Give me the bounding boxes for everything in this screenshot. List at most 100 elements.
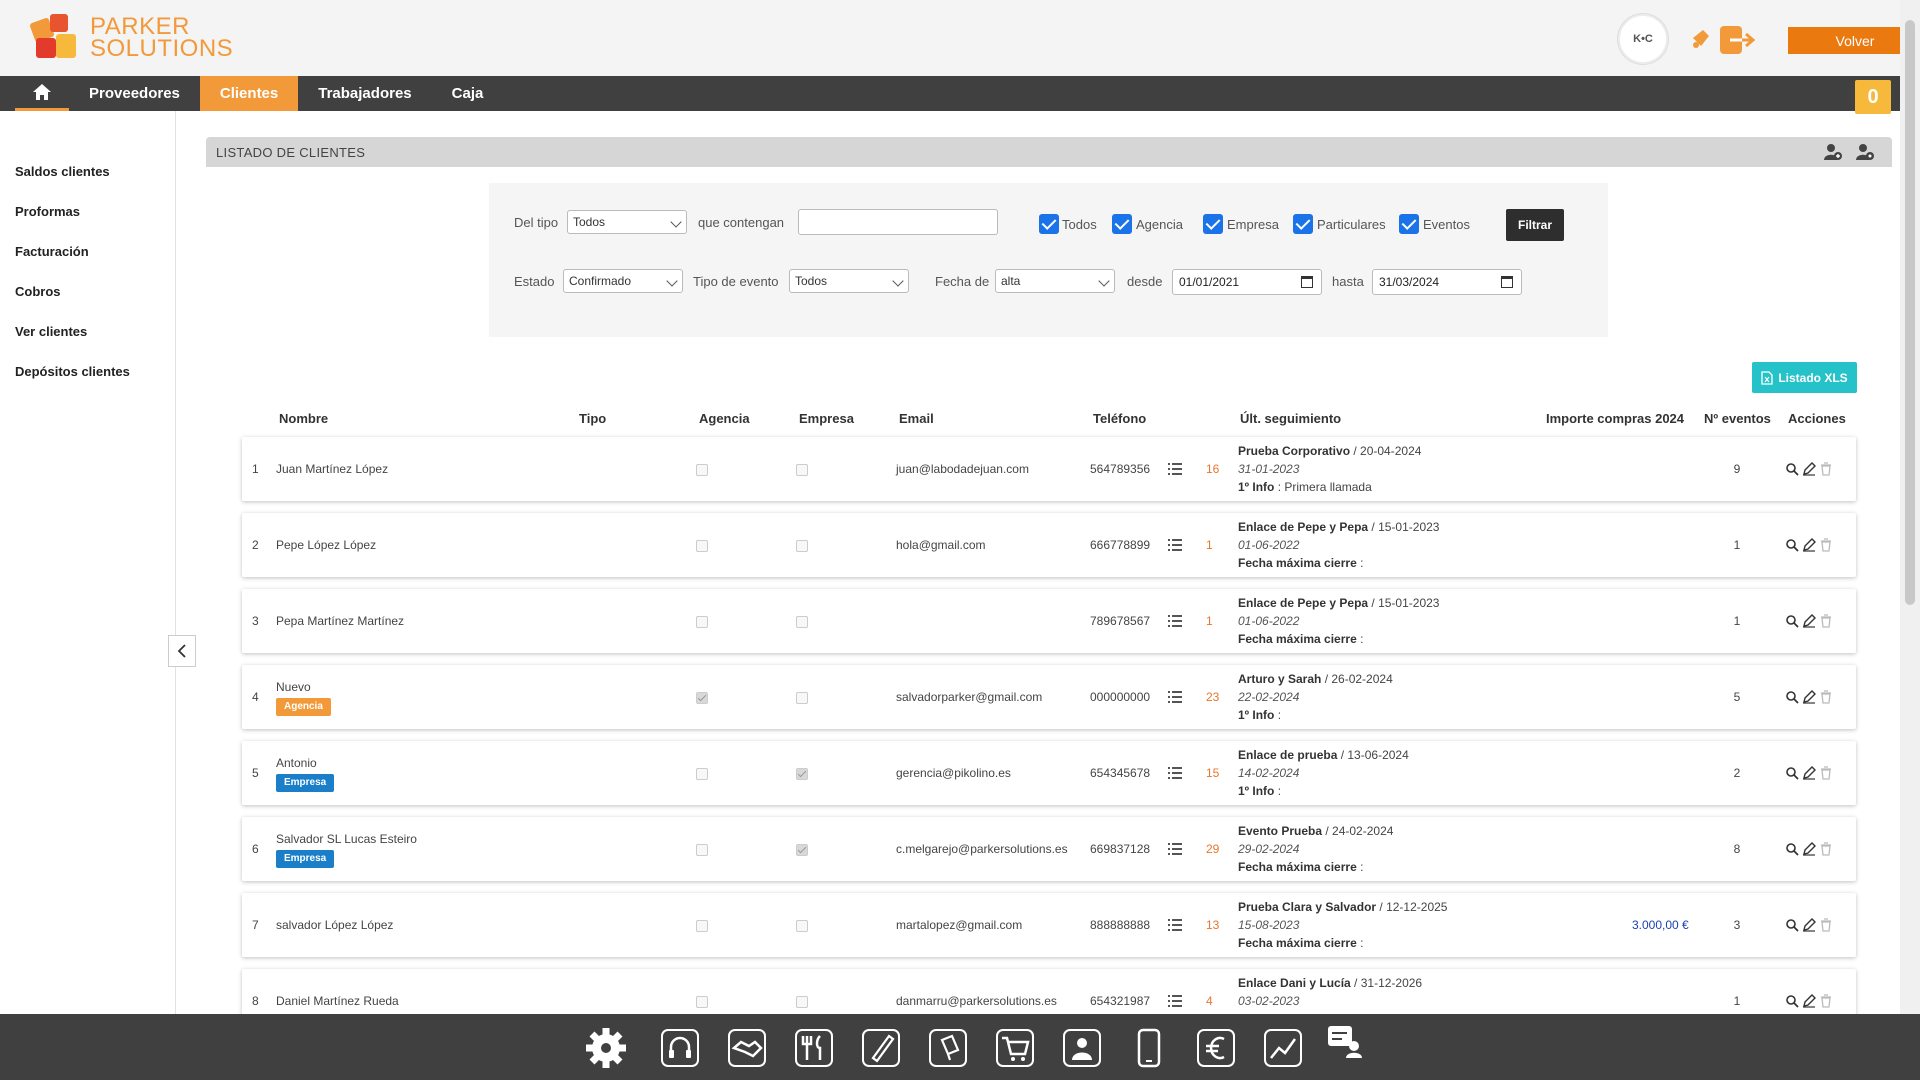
col-header-empresa[interactable]: Empresa: [799, 411, 854, 426]
euro-icon[interactable]: [1194, 1026, 1238, 1070]
col-header-ult-seguimiento[interactable]: Últ. seguimiento: [1240, 411, 1341, 426]
client-name[interactable]: Pepa Martínez Martínez: [276, 614, 404, 628]
cart-icon[interactable]: [993, 1026, 1037, 1070]
desde-date-input[interactable]: 01/01/2021: [1172, 269, 1322, 295]
table-row[interactable]: 1 Juan Martínez López juan@labodadejuan.co…: [242, 437, 1856, 501]
hasta-date-input[interactable]: 31/03/2024: [1372, 269, 1522, 295]
empresa-checkbox[interactable]: [796, 616, 808, 628]
col-header-email[interactable]: Email: [899, 411, 934, 426]
empresa-checkbox[interactable]: [796, 692, 808, 704]
list-icon[interactable]: [1168, 843, 1182, 855]
search-icon[interactable]: [1785, 918, 1799, 932]
search-icon[interactable]: [1785, 766, 1799, 780]
edit-icon[interactable]: [1802, 614, 1816, 628]
checkbox-agencia[interactable]: [1112, 214, 1132, 234]
trash-icon[interactable]: [1819, 538, 1833, 552]
table-row[interactable]: 2 Pepe López López hola@gmail.com 666778899…: [242, 513, 1856, 577]
empresa-checkbox[interactable]: [796, 844, 808, 856]
client-name[interactable]: Juan Martínez López: [276, 462, 388, 476]
vertical-scrollbar[interactable]: [1900, 0, 1920, 1014]
agencia-checkbox[interactable]: [696, 540, 708, 552]
search-icon[interactable]: [1785, 690, 1799, 704]
sidebar-collapse-button[interactable]: [168, 635, 196, 667]
handshake-icon[interactable]: [725, 1026, 769, 1070]
search-icon[interactable]: [1785, 994, 1799, 1008]
col-header-importe[interactable]: Importe compras 2024: [1546, 411, 1684, 426]
client-name[interactable]: Pepe López López: [276, 538, 376, 552]
checkbox-eventos[interactable]: [1399, 214, 1419, 234]
notification-bell-icon[interactable]: [1690, 28, 1712, 50]
agencia-checkbox[interactable]: [696, 464, 708, 476]
avatar[interactable]: K•C: [1618, 14, 1668, 64]
table-row[interactable]: 5 Antonio Empresa gerencia@pikolino.es 65434…: [242, 741, 1856, 805]
client-name[interactable]: Daniel Martínez Rueda: [276, 994, 399, 1008]
seguimiento-count[interactable]: 1: [1206, 538, 1213, 552]
table-row[interactable]: 4 Nuevo Agencia salvadorparker@gmail.com 000…: [242, 665, 1856, 729]
fecha-de-select[interactable]: alta: [995, 269, 1115, 293]
client-name[interactable]: Nuevo: [276, 680, 311, 694]
list-icon[interactable]: [1168, 995, 1182, 1007]
col-header-telefono[interactable]: Teléfono: [1093, 411, 1146, 426]
search-icon[interactable]: [1785, 842, 1799, 856]
search-input[interactable]: [798, 209, 998, 235]
list-icon[interactable]: [1168, 767, 1182, 779]
mobile-icon[interactable]: [1127, 1026, 1171, 1070]
nav-proveedores[interactable]: Proveedores: [69, 76, 200, 111]
sidebar-item-depositos-clientes[interactable]: Depósitos clientes: [15, 364, 130, 379]
checkbox-todos[interactable]: [1039, 214, 1059, 234]
add-user-icon[interactable]: [1824, 143, 1842, 161]
logout-icon[interactable]: [1720, 26, 1758, 54]
table-row[interactable]: 3 Pepa Martínez Martínez 789678567 1 Enlace …: [242, 589, 1856, 653]
trash-icon[interactable]: [1819, 842, 1833, 856]
agencia-checkbox[interactable]: [696, 616, 708, 628]
list-icon[interactable]: [1168, 691, 1182, 703]
nav-clientes[interactable]: Clientes: [199, 76, 299, 111]
empresa-checkbox[interactable]: [796, 996, 808, 1008]
del-tipo-select[interactable]: Todos: [567, 210, 687, 234]
sidebar-item-facturacion[interactable]: Facturación: [15, 244, 89, 259]
client-name[interactable]: Antonio: [276, 756, 317, 770]
trash-icon[interactable]: [1819, 462, 1833, 476]
search-icon[interactable]: [1785, 538, 1799, 552]
col-header-agencia[interactable]: Agencia: [699, 411, 750, 426]
headset-icon[interactable]: [658, 1026, 702, 1070]
nav-caja[interactable]: Caja: [432, 76, 504, 111]
gear-icon[interactable]: [584, 1026, 628, 1070]
nav-home[interactable]: [15, 76, 69, 111]
seguimiento-count[interactable]: 23: [1206, 690, 1219, 704]
table-row[interactable]: 7 salvador López López martalopez@gmail.co…: [242, 893, 1856, 957]
col-header-tipo[interactable]: Tipo: [579, 411, 606, 426]
agencia-checkbox[interactable]: [696, 844, 708, 856]
checkbox-particulares[interactable]: [1293, 214, 1313, 234]
table-row[interactable]: 6 Salvador SL Lucas Esteiro Empresa c.melga…: [242, 817, 1856, 881]
empresa-checkbox[interactable]: [796, 920, 808, 932]
trash-icon[interactable]: [1819, 614, 1833, 628]
edit-icon[interactable]: [1802, 766, 1816, 780]
agencia-checkbox[interactable]: [696, 996, 708, 1008]
search-icon[interactable]: [1785, 462, 1799, 476]
edit-icon[interactable]: [1802, 842, 1816, 856]
seguimiento-count[interactable]: 15: [1206, 766, 1219, 780]
empresa-checkbox[interactable]: [796, 464, 808, 476]
seguimiento-count[interactable]: 16: [1206, 462, 1219, 476]
checkbox-empresa[interactable]: [1203, 214, 1223, 234]
trash-icon[interactable]: [1819, 918, 1833, 932]
search-icon[interactable]: [1785, 614, 1799, 628]
listado-xls-button[interactable]: Listado XLS: [1752, 362, 1857, 393]
list-icon[interactable]: [1168, 463, 1182, 475]
seguimiento-count[interactable]: 13: [1206, 918, 1219, 932]
client-name[interactable]: salvador López López: [276, 918, 393, 932]
chart-icon[interactable]: [1261, 1026, 1305, 1070]
seguimiento-count[interactable]: 29: [1206, 842, 1219, 856]
agencia-checkbox[interactable]: [696, 920, 708, 932]
sidebar-item-saldos-clientes[interactable]: Saldos clientes: [15, 164, 110, 179]
seguimiento-count[interactable]: 1: [1206, 614, 1213, 628]
cutlery-icon[interactable]: [792, 1026, 836, 1070]
edit-icon[interactable]: [1802, 462, 1816, 476]
edit-icon[interactable]: [1802, 994, 1816, 1008]
list-icon[interactable]: [1168, 539, 1182, 551]
pen-icon[interactable]: [859, 1026, 903, 1070]
user-settings-icon[interactable]: [1856, 143, 1874, 161]
trash-icon[interactable]: [1819, 766, 1833, 780]
seguimiento-count[interactable]: 4: [1206, 994, 1213, 1008]
